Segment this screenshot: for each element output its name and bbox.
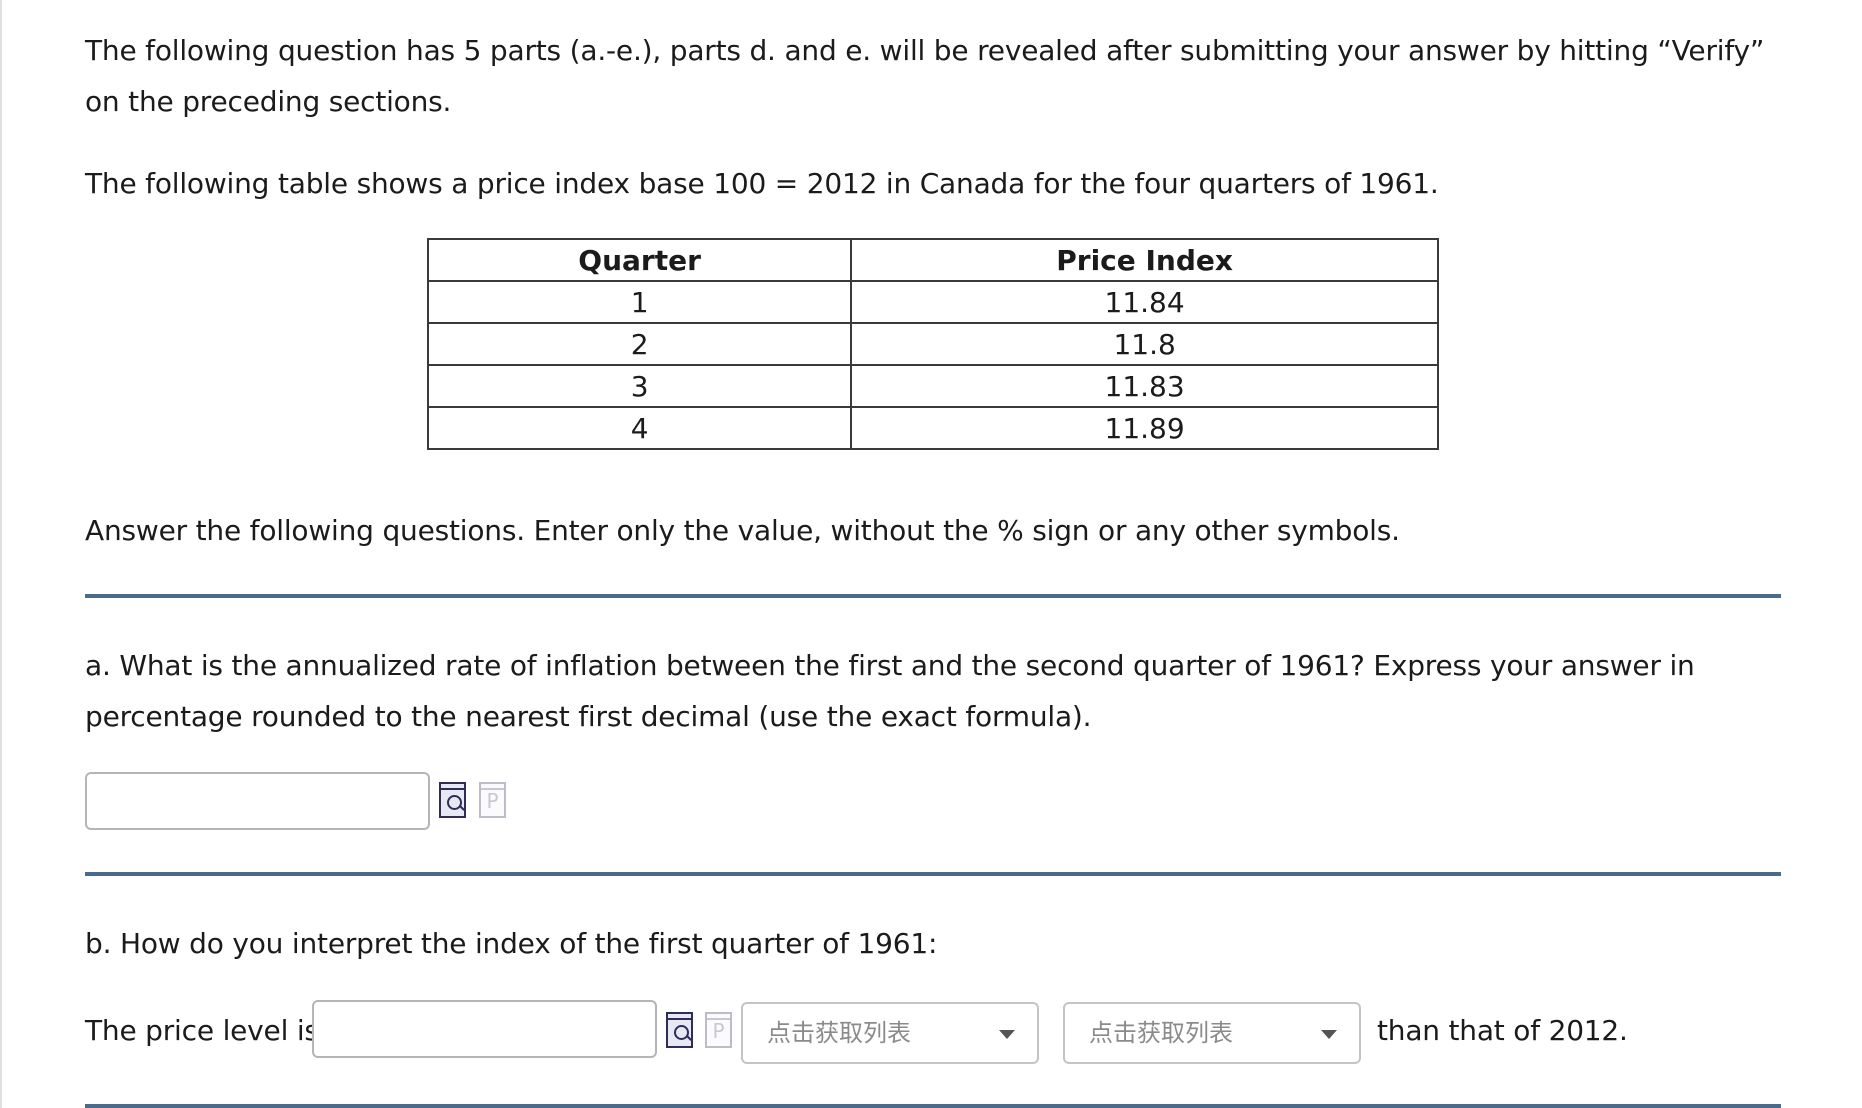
- chevron-down-icon: [1321, 1030, 1337, 1039]
- part-b-question: b. How do you interpret the index of the…: [85, 927, 938, 960]
- preview-magnifier-icon[interactable]: [439, 782, 466, 818]
- table-row: 3 11.83: [426, 364, 1439, 408]
- select-2-value: 点击获取列表: [1089, 1019, 1233, 1047]
- question-page: The following question has 5 parts (a.-e…: [0, 0, 1862, 1108]
- preview-magnifier-icon[interactable]: [666, 1012, 693, 1048]
- section-divider: [85, 1104, 1781, 1108]
- price-level-label: The price level is: [85, 1014, 319, 1047]
- p-document-icon[interactable]: P: [479, 782, 506, 818]
- table-header-row: Quarter Price Index: [426, 238, 1439, 282]
- part-a-answer-input[interactable]: [85, 772, 430, 830]
- comparison-select-1[interactable]: 点击获取列表: [741, 1002, 1039, 1064]
- table-row: 1 11.84: [426, 280, 1439, 324]
- section-divider: [85, 594, 1781, 598]
- table-description: The following table shows a price index …: [85, 167, 1439, 200]
- table-row: 2 11.8: [426, 322, 1439, 366]
- select-1-value: 点击获取列表: [767, 1019, 911, 1047]
- comparison-select-2[interactable]: 点击获取列表: [1063, 1002, 1361, 1064]
- quarter-cell: 4: [426, 406, 853, 450]
- comparison-suffix: than that of 2012.: [1377, 1014, 1628, 1047]
- intro-text: The following question has 5 parts (a.-e…: [85, 34, 1765, 118]
- index-cell: 11.84: [850, 280, 1439, 324]
- index-cell: 11.83: [850, 364, 1439, 408]
- chevron-down-icon: [999, 1030, 1015, 1039]
- quarter-cell: 1: [426, 280, 853, 324]
- quarter-cell: 3: [426, 364, 853, 408]
- index-cell: 11.8: [850, 322, 1439, 366]
- header-price-index: Price Index: [850, 238, 1439, 282]
- part-b-answer-input[interactable]: [312, 1000, 657, 1058]
- price-index-table: Quarter Price Index 1 11.84 2 11.8 3 11.…: [426, 238, 1439, 450]
- header-quarter: Quarter: [426, 238, 853, 282]
- answer-instructions: Answer the following questions. Enter on…: [85, 514, 1400, 547]
- p-document-icon[interactable]: P: [705, 1012, 732, 1048]
- index-cell: 11.89: [850, 406, 1439, 450]
- section-divider: [85, 872, 1781, 876]
- table-row: 4 11.89: [426, 406, 1439, 450]
- quarter-cell: 2: [426, 322, 853, 366]
- part-a-question: a. What is the annualized rate of inflat…: [85, 649, 1695, 733]
